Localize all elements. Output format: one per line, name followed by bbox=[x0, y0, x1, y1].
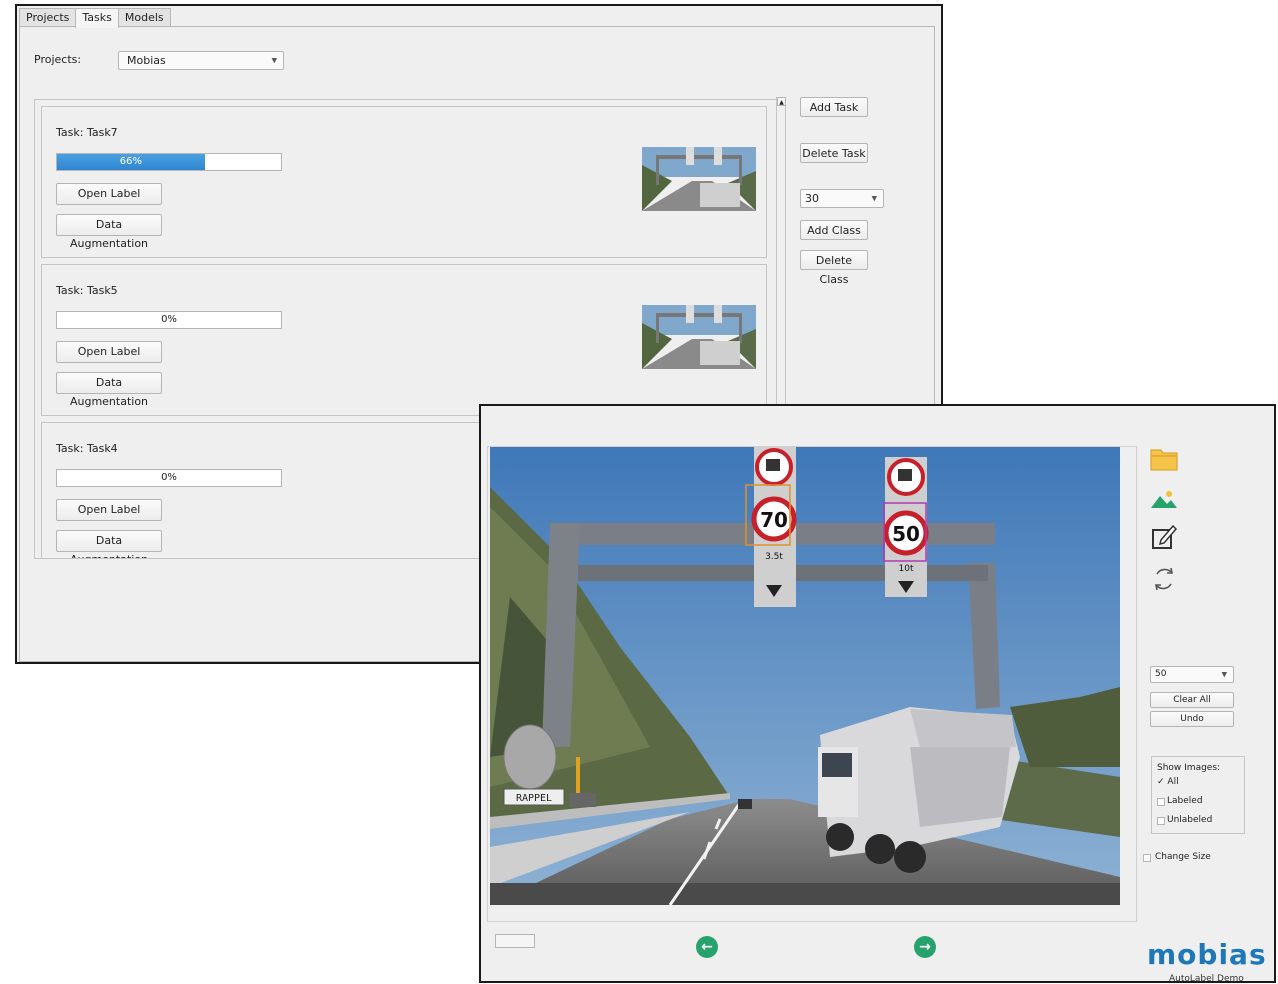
class-select-value: 30 bbox=[805, 192, 819, 205]
tab-models[interactable]: Models bbox=[117, 8, 171, 27]
image-canvas[interactable]: 70 3.5t 50 10t RAPPEL bbox=[490, 447, 1120, 905]
task-title: Task: Task7 bbox=[56, 126, 118, 139]
add-class-button[interactable]: Add Class bbox=[800, 220, 868, 240]
project-select[interactable]: Mobias ▼ bbox=[118, 51, 284, 70]
project-select-value: Mobias bbox=[127, 54, 166, 67]
class-select[interactable]: 30 ▼ bbox=[800, 189, 884, 208]
open-label-button[interactable]: Open Label bbox=[56, 499, 162, 521]
checkbox-all-label: All bbox=[1167, 777, 1179, 787]
class-select[interactable]: 50 ▼ bbox=[1150, 666, 1234, 683]
chevron-down-icon: ▼ bbox=[1221, 670, 1227, 678]
tab-tasks[interactable]: Tasks bbox=[75, 8, 119, 28]
data-augmentation-button[interactable]: Data Augmentation bbox=[56, 530, 162, 558]
data-augmentation-button[interactable]: Data Augmentation bbox=[56, 372, 162, 408]
chevron-down-icon: ▼ bbox=[271, 56, 277, 64]
previous-image-button[interactable]: ← bbox=[696, 936, 718, 958]
sign-left-speed: 70 bbox=[760, 508, 788, 532]
task-progress-bar: 66% bbox=[56, 153, 282, 171]
add-task-button[interactable]: Add Task bbox=[800, 97, 868, 117]
chevron-down-icon: ▼ bbox=[871, 194, 877, 202]
show-images-title: Show Images: bbox=[1157, 763, 1221, 773]
checkbox-labeled[interactable] bbox=[1157, 798, 1165, 806]
task-thumbnail bbox=[642, 305, 756, 369]
projects-label: Projects: bbox=[34, 53, 82, 66]
edit-icon[interactable] bbox=[1149, 522, 1179, 552]
arrow-left-icon: ← bbox=[701, 939, 713, 955]
checkbox-unlabeled-label: Unlabeled bbox=[1167, 815, 1213, 825]
refresh-icon[interactable] bbox=[1149, 564, 1179, 594]
delete-task-button[interactable]: Delete Task bbox=[800, 143, 868, 163]
task-card-task7: Task: Task7 66% Open Label Data Augmenta… bbox=[41, 106, 767, 258]
undo-button[interactable]: Undo bbox=[1150, 711, 1234, 727]
checkbox-unlabeled[interactable] bbox=[1157, 817, 1165, 825]
change-size-checkbox[interactable] bbox=[1143, 854, 1151, 862]
checkbox-labeled-label: Labeled bbox=[1167, 796, 1203, 806]
image-canvas-frame: 70 3.5t 50 10t RAPPEL bbox=[487, 446, 1137, 922]
change-size-label: Change Size bbox=[1155, 852, 1211, 862]
checkbox-all[interactable]: ✓ All bbox=[1157, 777, 1179, 787]
image-icon[interactable] bbox=[1149, 484, 1179, 514]
data-augmentation-button[interactable]: Data Augmentation bbox=[56, 214, 162, 250]
tab-projects[interactable]: Projects bbox=[19, 8, 77, 27]
delete-class-button[interactable]: Delete Class bbox=[800, 250, 868, 286]
progress-text: 66% bbox=[119, 156, 143, 167]
class-select-value: 50 bbox=[1155, 669, 1167, 679]
tab-bar: Projects Tasks Models bbox=[19, 8, 171, 28]
task-list-scrollbar[interactable]: ▲ bbox=[776, 97, 787, 427]
mobias-logo: mobias bbox=[1147, 938, 1267, 971]
autolabel-window: 70 3.5t 50 10t RAPPEL 50 ▼ Clear All Und… bbox=[479, 404, 1276, 984]
task-progress-bar: 0% bbox=[56, 311, 282, 329]
check-icon: ✓ bbox=[1157, 777, 1165, 787]
progress-text: 0% bbox=[161, 314, 177, 325]
next-image-button[interactable]: → bbox=[914, 936, 936, 958]
sign-right-speed: 50 bbox=[892, 522, 920, 546]
show-images-group: Show Images: ✓ All Labeled Unlabeled bbox=[1151, 756, 1245, 834]
scroll-up-icon[interactable]: ▲ bbox=[777, 97, 786, 106]
plate-left: 3.5t bbox=[765, 552, 783, 562]
folder-icon[interactable] bbox=[1149, 444, 1179, 474]
task-card-task5: Task: Task5 0% Open Label Data Augmentat… bbox=[41, 264, 767, 416]
open-label-button[interactable]: Open Label bbox=[56, 341, 162, 363]
task-progress-bar: 0% bbox=[56, 469, 282, 487]
task-thumbnail bbox=[642, 147, 756, 211]
clear-all-button[interactable]: Clear All bbox=[1150, 692, 1234, 708]
progress-text: 0% bbox=[161, 472, 177, 483]
task-title: Task: Task4 bbox=[56, 442, 118, 455]
plate-right: 10t bbox=[899, 564, 914, 574]
task-title: Task: Task5 bbox=[56, 284, 118, 297]
rappel-sign: RAPPEL bbox=[516, 793, 552, 804]
open-label-button[interactable]: Open Label bbox=[56, 183, 162, 205]
size-spinbox[interactable] bbox=[495, 934, 535, 948]
arrow-right-icon: → bbox=[919, 939, 931, 955]
